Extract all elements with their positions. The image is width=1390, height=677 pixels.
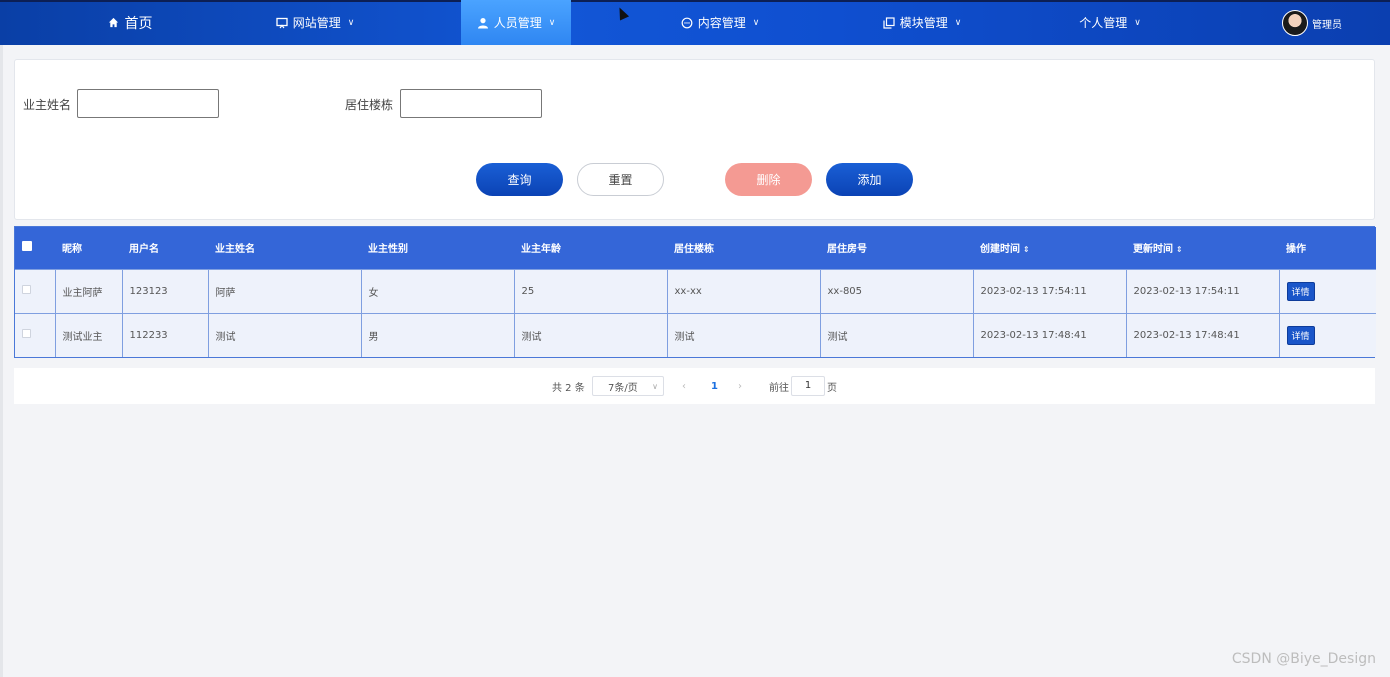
nav-module-management[interactable]: 模块管理 ∨ <box>872 0 972 45</box>
cell-owner-name: 测试 <box>207 312 362 357</box>
cell-username: 112233 <box>121 312 209 357</box>
cell-updated: 2023-02-13 17:54:11 <box>1125 268 1280 314</box>
sort-icon: ⇕ <box>1176 245 1183 255</box>
chevron-down-icon: ∨ <box>752 17 760 28</box>
left-edge <box>0 45 3 677</box>
pagination: 共 2 条 7条/页 ∨ ‹ 1 › 前往 1 页 <box>14 368 1375 404</box>
nav-home[interactable]: 首页 <box>100 0 160 45</box>
goto-page-input[interactable]: 1 <box>791 376 825 396</box>
page-size-value: 7条/页 <box>608 382 638 394</box>
top-nav-bar: 首页 网站管理 ∨ 人员管理 ∨ 内容管理 ∨ 模块管理 ∨ 个人管理 ∨ 管理… <box>0 0 1390 45</box>
chevron-down-icon: ∨ <box>954 17 962 28</box>
col-header-room: 居住房号 <box>827 244 867 256</box>
watermark: CSDN @Biye_Design <box>1231 651 1376 667</box>
cell-owner-age: 25 <box>513 268 668 314</box>
chevron-down-icon: ∨ <box>1134 17 1141 28</box>
row-checkbox[interactable] <box>22 329 31 339</box>
sort-icon: ⇕ <box>1023 245 1030 255</box>
next-page-button[interactable]: › <box>738 368 742 404</box>
home-icon <box>108 17 120 29</box>
col-header-owner-gender: 业主性别 <box>368 244 408 256</box>
nav-personnel-management[interactable]: 人员管理 ∨ <box>461 0 571 45</box>
col-header-created[interactable]: 创建时间 ⇕ <box>973 227 1126 269</box>
nav-personnel-management-label: 人员管理 <box>493 16 542 30</box>
col-header-updated[interactable]: 更新时间 ⇕ <box>1126 227 1279 269</box>
monitor-icon <box>276 17 288 29</box>
chevron-down-icon: ∨ <box>347 17 355 28</box>
delete-button[interactable]: 删除 <box>725 163 812 196</box>
nav-personal-management-label: 个人管理 <box>1079 16 1128 30</box>
table-row: 业主阿萨 123123 阿萨 女 25 xx-xx xx-805 2023-02… <box>15 268 1376 314</box>
col-header-actions: 操作 <box>1286 244 1306 256</box>
user-menu[interactable]: 管理员 <box>1282 10 1342 36</box>
nav-personal-management[interactable]: 个人管理 ∨ <box>1070 0 1150 45</box>
nav-site-management[interactable]: 网站管理 ∨ <box>265 0 365 45</box>
cell-nickname: 测试业主 <box>54 312 123 357</box>
page-size-select[interactable]: 7条/页 ∨ <box>592 376 664 396</box>
col-header-username: 用户名 <box>129 244 159 256</box>
created-header-label: 创建时间 <box>980 244 1020 256</box>
building-label: 居住楼栋 <box>345 98 394 112</box>
row-select-cell <box>15 312 56 357</box>
add-button[interactable]: 添加 <box>826 163 913 196</box>
detail-button[interactable]: 详情 <box>1286 281 1315 301</box>
page-number-current[interactable]: 1 <box>711 368 718 404</box>
data-table: 昵称 用户名 业主姓名 业主性别 业主年龄 居住楼栋 居住房号 创建时间 ⇕ 更新… <box>14 226 1376 358</box>
cell-owner-name: 阿萨 <box>207 268 362 314</box>
page-suffix: 页 <box>827 382 837 394</box>
cell-username: 123123 <box>121 268 209 314</box>
nav-module-management-label: 模块管理 <box>899 16 948 30</box>
col-header-owner-name: 业主姓名 <box>215 244 255 256</box>
total-count: 共 2 条 <box>552 382 585 394</box>
nav-content-management[interactable]: 内容管理 ∨ <box>670 0 770 45</box>
select-all-cell <box>15 227 55 269</box>
col-header-nickname: 昵称 <box>62 244 82 256</box>
mouse-cursor-icon <box>614 5 630 21</box>
owner-name-label: 业主姓名 <box>23 98 72 112</box>
owner-name-input[interactable] <box>77 89 219 118</box>
copy-icon <box>883 16 895 29</box>
nav-site-management-label: 网站管理 <box>292 16 341 30</box>
cell-room: 测试 <box>819 312 974 357</box>
table-header-row: 昵称 用户名 业主姓名 业主性别 业主年龄 居住楼栋 居住房号 创建时间 ⇕ 更新… <box>15 227 1376 269</box>
cell-nickname: 业主阿萨 <box>54 268 123 314</box>
goto-label: 前往 <box>769 382 789 394</box>
chevron-down-icon: ∨ <box>652 381 658 391</box>
cell-owner-gender: 女 <box>360 268 515 314</box>
cell-building: 测试 <box>666 312 821 357</box>
col-header-owner-age: 业主年龄 <box>521 244 561 256</box>
nav-content-management-label: 内容管理 <box>697 16 746 30</box>
cell-actions: 详情 <box>1278 268 1376 314</box>
chat-icon <box>681 17 693 29</box>
nav-home-label: 首页 <box>124 15 153 32</box>
cell-updated: 2023-02-13 17:48:41 <box>1125 312 1280 357</box>
chevron-down-icon: ∨ <box>548 17 556 28</box>
user-icon <box>477 17 489 29</box>
search-panel: 业主姓名 居住楼栋 查询 重置 删除 添加 <box>14 59 1375 220</box>
table-row: 测试业主 112233 测试 男 测试 测试 测试 2023-02-13 17:… <box>15 312 1376 357</box>
col-header-building: 居住楼栋 <box>674 244 714 256</box>
avatar <box>1282 10 1308 36</box>
cell-owner-gender: 男 <box>360 312 515 357</box>
building-input[interactable] <box>400 89 542 118</box>
cell-building: xx-xx <box>666 268 821 314</box>
detail-button[interactable]: 详情 <box>1286 325 1315 345</box>
row-select-cell <box>15 268 56 314</box>
user-label: 管理员 <box>1312 19 1342 31</box>
select-all-checkbox[interactable] <box>22 241 32 252</box>
query-button[interactable]: 查询 <box>476 163 563 196</box>
cell-created: 2023-02-13 17:48:41 <box>972 312 1127 357</box>
row-checkbox[interactable] <box>22 285 31 294</box>
cell-actions: 详情 <box>1278 312 1376 357</box>
cell-created: 2023-02-13 17:54:11 <box>972 268 1127 314</box>
prev-page-button[interactable]: ‹ <box>682 368 686 404</box>
cell-owner-age: 测试 <box>513 312 668 357</box>
cell-room: xx-805 <box>819 268 974 314</box>
updated-header-label: 更新时间 <box>1133 244 1173 256</box>
reset-button[interactable]: 重置 <box>577 163 664 196</box>
